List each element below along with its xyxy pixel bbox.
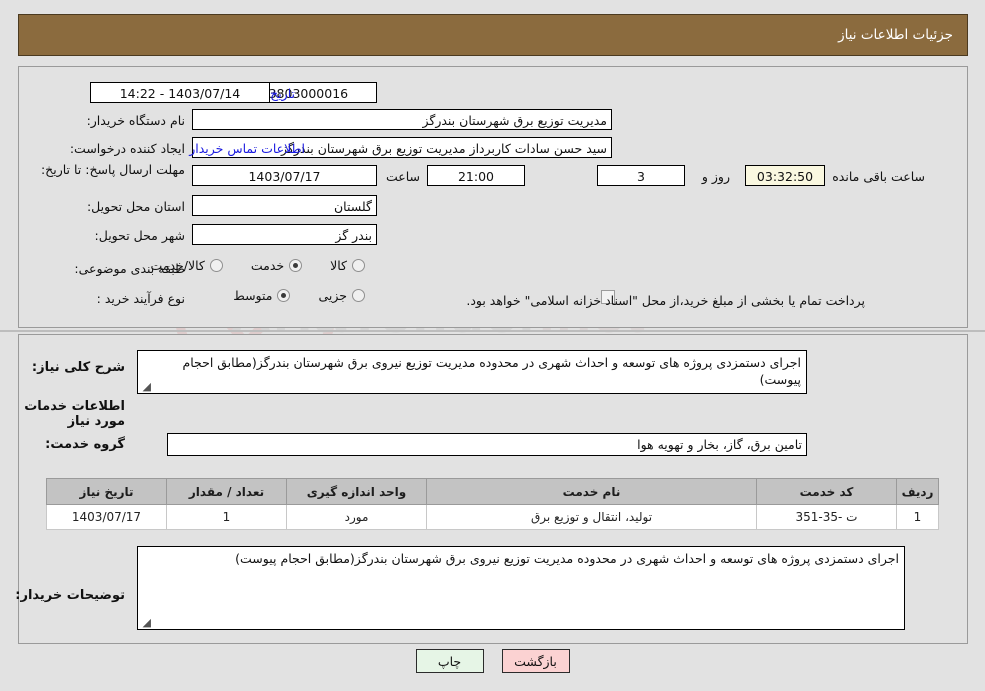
- radio-icon[interactable]: [352, 289, 365, 302]
- radio-icon-selected[interactable]: [277, 289, 291, 302]
- classification-radio-group[interactable]: کالا خدمت کالا/خدمت: [122, 258, 365, 273]
- buyer-contact-link[interactable]: اطلاعات تماس خریدار: [189, 141, 305, 156]
- delivery-city-value: بندر گز: [192, 224, 377, 245]
- resize-grip-icon: ◢: [142, 380, 151, 393]
- radio-icon-selected[interactable]: [289, 259, 303, 272]
- deadline-label: مهلت ارسال پاسخ: تا تاریخ:: [40, 162, 185, 177]
- classification-option-kala-khedmat[interactable]: کالا/خدمت: [150, 258, 223, 273]
- service-group-label: گروه خدمت:: [45, 437, 125, 452]
- classification-option-label: کالا: [330, 258, 347, 273]
- cell-name: تولید، انتقال و توزیع برق: [426, 504, 757, 530]
- classification-option-label: خدمت: [250, 258, 285, 273]
- cell-qty: 1: [166, 504, 287, 530]
- classification-option-khedmat[interactable]: خدمت: [250, 258, 303, 273]
- deadline-hour-label: ساعت: [385, 169, 420, 184]
- purchase-option-jozei[interactable]: جزیی: [318, 288, 365, 303]
- print-button[interactable]: چاپ: [415, 649, 484, 673]
- cell-radif: 1: [896, 504, 939, 530]
- back-button[interactable]: بازگشت: [501, 649, 570, 673]
- countdown-timer: 03:32:50: [745, 165, 825, 186]
- col-need-date: تاریخ نیاز: [46, 478, 167, 505]
- request-creator-label: ایجاد کننده درخواست:: [69, 141, 185, 156]
- page-root: AriaTender.net جزئیات اطلاعات نیاز شماره…: [0, 0, 985, 691]
- services-table: ردیف کد خدمت نام خدمت واحد اندازه گیری ت…: [46, 478, 939, 530]
- cell-code: ت -35-351: [756, 504, 897, 530]
- purchase-process-label: نوع فرآیند خرید :: [96, 291, 185, 306]
- window-title-bar: جزئیات اطلاعات نیاز: [18, 14, 968, 56]
- buyer-notes-value: اجرای دستمزدی پروژه های توسعه و احداث شه…: [137, 546, 905, 630]
- col-code: کد خدمت: [756, 478, 897, 505]
- buyer-org-value: مدیریت توزیع برق شهرستان بندرگز: [192, 109, 612, 130]
- col-unit: واحد اندازه گیری: [286, 478, 427, 505]
- classification-option-label: کالا/خدمت: [150, 258, 205, 273]
- delivery-city-label: شهر محل تحویل:: [94, 228, 185, 243]
- cell-need-date: 1403/07/17: [46, 504, 167, 530]
- deadline-date-value: 1403/07/17: [192, 165, 377, 186]
- buyer-org-label: نام دستگاه خریدار:: [86, 113, 185, 128]
- section-divider: [0, 330, 985, 332]
- page-title: جزئیات اطلاعات نیاز: [838, 27, 953, 43]
- buyer-notes-text: اجرای دستمزدی پروژه های توسعه و احداث شه…: [235, 551, 899, 566]
- col-qty: تعداد / مقدار: [166, 478, 287, 505]
- purchase-process-radio-group[interactable]: جزیی متوسط: [205, 288, 365, 303]
- general-desc-label: شرح کلی نیاز:: [31, 360, 125, 375]
- buyer-notes-label: توضیحات خریدار:: [15, 588, 125, 603]
- col-radif: ردیف: [896, 478, 939, 505]
- purchase-option-label: متوسط: [233, 288, 273, 303]
- cell-unit: مورد: [286, 504, 427, 530]
- radio-icon[interactable]: [209, 259, 223, 272]
- deadline-days-value: 3: [597, 165, 685, 186]
- delivery-province-label: استان محل تحویل:: [86, 199, 185, 214]
- services-heading: اطلاعات خدمات مورد نیاز: [24, 399, 125, 429]
- general-desc-value: اجرای دستمزدی پروژه های توسعه و احداث شه…: [137, 350, 807, 394]
- service-group-value: تامین برق، گاز، بخار و تهویه هوا: [167, 433, 807, 456]
- resize-grip-icon: ◢: [142, 616, 151, 629]
- col-name: نام خدمت: [426, 478, 757, 505]
- announce-datetime-value: 1403/07/14 - 14:22: [90, 82, 270, 103]
- need-info-panel: [18, 66, 968, 328]
- general-desc-text: اجرای دستمزدی پروژه های توسعه و احداث شه…: [182, 355, 801, 387]
- delivery-province-value: گلستان: [192, 195, 377, 216]
- purchase-option-label: جزیی: [318, 288, 347, 303]
- footer-button-row: بازگشت چاپ: [0, 649, 985, 673]
- radio-icon[interactable]: [352, 259, 365, 272]
- purchase-option-motevaset[interactable]: متوسط: [233, 288, 291, 303]
- classification-option-kala[interactable]: کالا: [330, 258, 365, 273]
- countdown-label: ساعت باقی مانده: [832, 169, 925, 184]
- table-row: 1 ت -35-351 تولید، انتقال و توزیع برق مو…: [46, 504, 939, 530]
- treasury-note-text: پرداخت تمام یا بخشی از مبلغ خرید،از محل …: [466, 293, 865, 308]
- deadline-hour-value: 21:00: [427, 165, 525, 186]
- table-header-row: ردیف کد خدمت نام خدمت واحد اندازه گیری ت…: [46, 478, 939, 505]
- deadline-days-label: روز و: [701, 169, 730, 184]
